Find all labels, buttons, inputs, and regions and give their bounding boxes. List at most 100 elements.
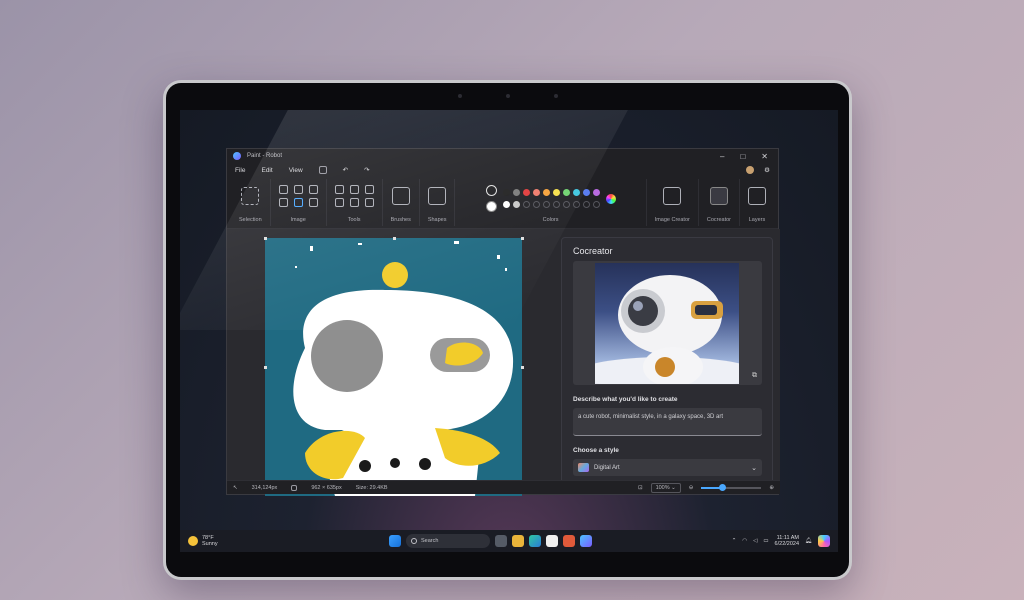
paint-app-icon[interactable] (580, 535, 592, 547)
start-icon[interactable] (389, 535, 401, 547)
palette-color-swatch[interactable] (552, 189, 560, 196)
brush-icon[interactable] (391, 187, 410, 205)
selection-tool-icon[interactable] (241, 187, 260, 205)
palette-color-swatch[interactable] (582, 201, 590, 208)
magnifier-icon[interactable] (364, 198, 374, 207)
zoom-slider-knob[interactable] (719, 483, 727, 491)
group-label-layers: Layers (748, 217, 766, 223)
copilot-icon[interactable] (818, 535, 830, 547)
maximize-button[interactable]: □ (740, 152, 745, 161)
group-label-selection: Selection (239, 217, 262, 223)
date: 6/22/2024 (774, 541, 800, 547)
palette-color-swatch[interactable] (512, 201, 520, 208)
palette-color-swatch[interactable] (532, 189, 540, 196)
zoom-in-icon[interactable]: ⊕ (769, 485, 774, 491)
palette-color-swatch[interactable] (502, 201, 510, 208)
layers-icon[interactable] (748, 187, 766, 205)
copy-image-icon[interactable]: ⧉ (752, 372, 757, 380)
chevron-up-icon[interactable]: ⌃ (732, 538, 737, 544)
image-creator-icon[interactable] (663, 187, 682, 205)
palette-color-swatch[interactable] (562, 189, 570, 196)
taskbar-search[interactable]: Search (406, 534, 490, 548)
group-label-image-creator: Image Creator (654, 217, 690, 223)
zoom-dropdown[interactable]: 100% ⌄ (650, 482, 681, 493)
close-button[interactable]: ✕ (761, 152, 768, 161)
resize-handle[interactable] (521, 366, 524, 369)
palette-color-swatch[interactable] (512, 189, 520, 196)
generated-image-preview[interactable]: ⧉ (573, 261, 762, 385)
title-bar: Paint - Robot – □ ✕ (227, 149, 778, 163)
palette-color-swatch[interactable] (542, 189, 550, 196)
palette-color-swatch[interactable] (572, 189, 580, 196)
cursor-arrow-icon: ↖ (233, 484, 238, 491)
volume-icon[interactable]: ◁ (753, 538, 757, 544)
cocreator-icon[interactable] (709, 187, 728, 205)
palette-color-swatch[interactable] (562, 201, 570, 208)
store-icon[interactable] (546, 535, 558, 547)
minimize-button[interactable]: – (720, 152, 724, 161)
taskbar-apps: Search (389, 534, 592, 548)
palette-color-swatch[interactable] (502, 189, 510, 196)
zoom-out-icon[interactable]: ⊖ (689, 485, 694, 491)
group-label-image: Image (290, 217, 306, 223)
task-view-icon[interactable] (495, 535, 507, 547)
notification-bell-icon[interactable]: 🔔︎ (805, 538, 812, 544)
avatar[interactable] (746, 166, 755, 174)
zoom-slider[interactable] (701, 483, 762, 491)
secondary-color-swatch[interactable] (485, 201, 497, 212)
flip-icon[interactable] (293, 198, 303, 207)
palette-color-swatch[interactable] (542, 201, 550, 208)
menu-view[interactable]: View (289, 167, 303, 174)
fit-view-icon[interactable]: ⊡ (638, 485, 643, 491)
prompt-input[interactable]: a cute robot, minimalist style, in a gal… (573, 408, 762, 436)
menu-edit[interactable]: Edit (261, 167, 272, 174)
palette-color-swatch[interactable] (522, 201, 530, 208)
drawing-canvas[interactable] (265, 238, 522, 496)
palette-color-swatch[interactable] (582, 189, 590, 196)
text-icon[interactable] (364, 185, 374, 194)
selection-size-icon (291, 484, 298, 491)
image-edit-icon[interactable] (308, 185, 318, 194)
file-explorer-icon[interactable] (512, 535, 524, 547)
device-bezel: Paint - Robot – □ ✕ File Edit View ↶ ↷ ⚙… (166, 83, 849, 577)
edit-colors-icon[interactable] (605, 193, 616, 204)
menu-file[interactable]: File (235, 167, 245, 174)
palette-color-swatch[interactable] (522, 189, 530, 196)
ribbon: Selection Image Tools Brushes Shapes Col… (227, 177, 778, 229)
save-icon[interactable] (318, 166, 327, 174)
resize-handle[interactable] (393, 237, 396, 240)
weather-widget[interactable]: 78°F Sunny (188, 535, 218, 548)
palette-color-swatch[interactable] (552, 201, 560, 208)
shapes-icon[interactable] (428, 187, 447, 205)
taskbar: 78°F Sunny Search ⌃ ◠ ◁ ▭ 11:11 AM 6/22/… (180, 530, 838, 552)
eraser-icon[interactable] (334, 198, 344, 207)
group-cocreator: Cocreator (699, 179, 740, 226)
rotate-icon[interactable] (278, 198, 288, 207)
fill-icon[interactable] (349, 185, 359, 194)
palette-color-swatch[interactable] (572, 201, 580, 208)
resize-handle[interactable] (264, 237, 267, 240)
pencil-icon[interactable] (334, 185, 344, 194)
resize-icon[interactable] (293, 185, 303, 194)
resize-handle[interactable] (521, 237, 524, 240)
style-value: Digital Art (594, 464, 620, 471)
primary-color-swatch[interactable] (485, 185, 497, 196)
palette-color-swatch[interactable] (532, 201, 540, 208)
office-icon[interactable] (563, 535, 575, 547)
group-label-colors: Colors (542, 217, 559, 223)
undo-icon[interactable]: ↶ (343, 166, 348, 174)
settings-gear-icon[interactable]: ⚙ (764, 166, 770, 174)
clock[interactable]: 11:11 AM 6/22/2024 (775, 535, 799, 548)
color-picker-icon[interactable] (349, 198, 359, 207)
palette-color-swatch[interactable] (592, 189, 600, 196)
resize-handle[interactable] (264, 366, 267, 369)
wifi-icon[interactable]: ◠ (742, 538, 747, 544)
style-dropdown[interactable]: Digital Art ⌄ (573, 459, 762, 476)
edge-icon[interactable] (529, 535, 541, 547)
palette-color-swatch[interactable] (592, 201, 600, 208)
sensor-dot (458, 94, 462, 98)
battery-icon[interactable]: ▭ (763, 538, 768, 544)
redo-icon[interactable]: ↷ (364, 166, 369, 174)
remove-background-icon[interactable] (308, 198, 318, 207)
crop-icon[interactable] (278, 185, 288, 194)
